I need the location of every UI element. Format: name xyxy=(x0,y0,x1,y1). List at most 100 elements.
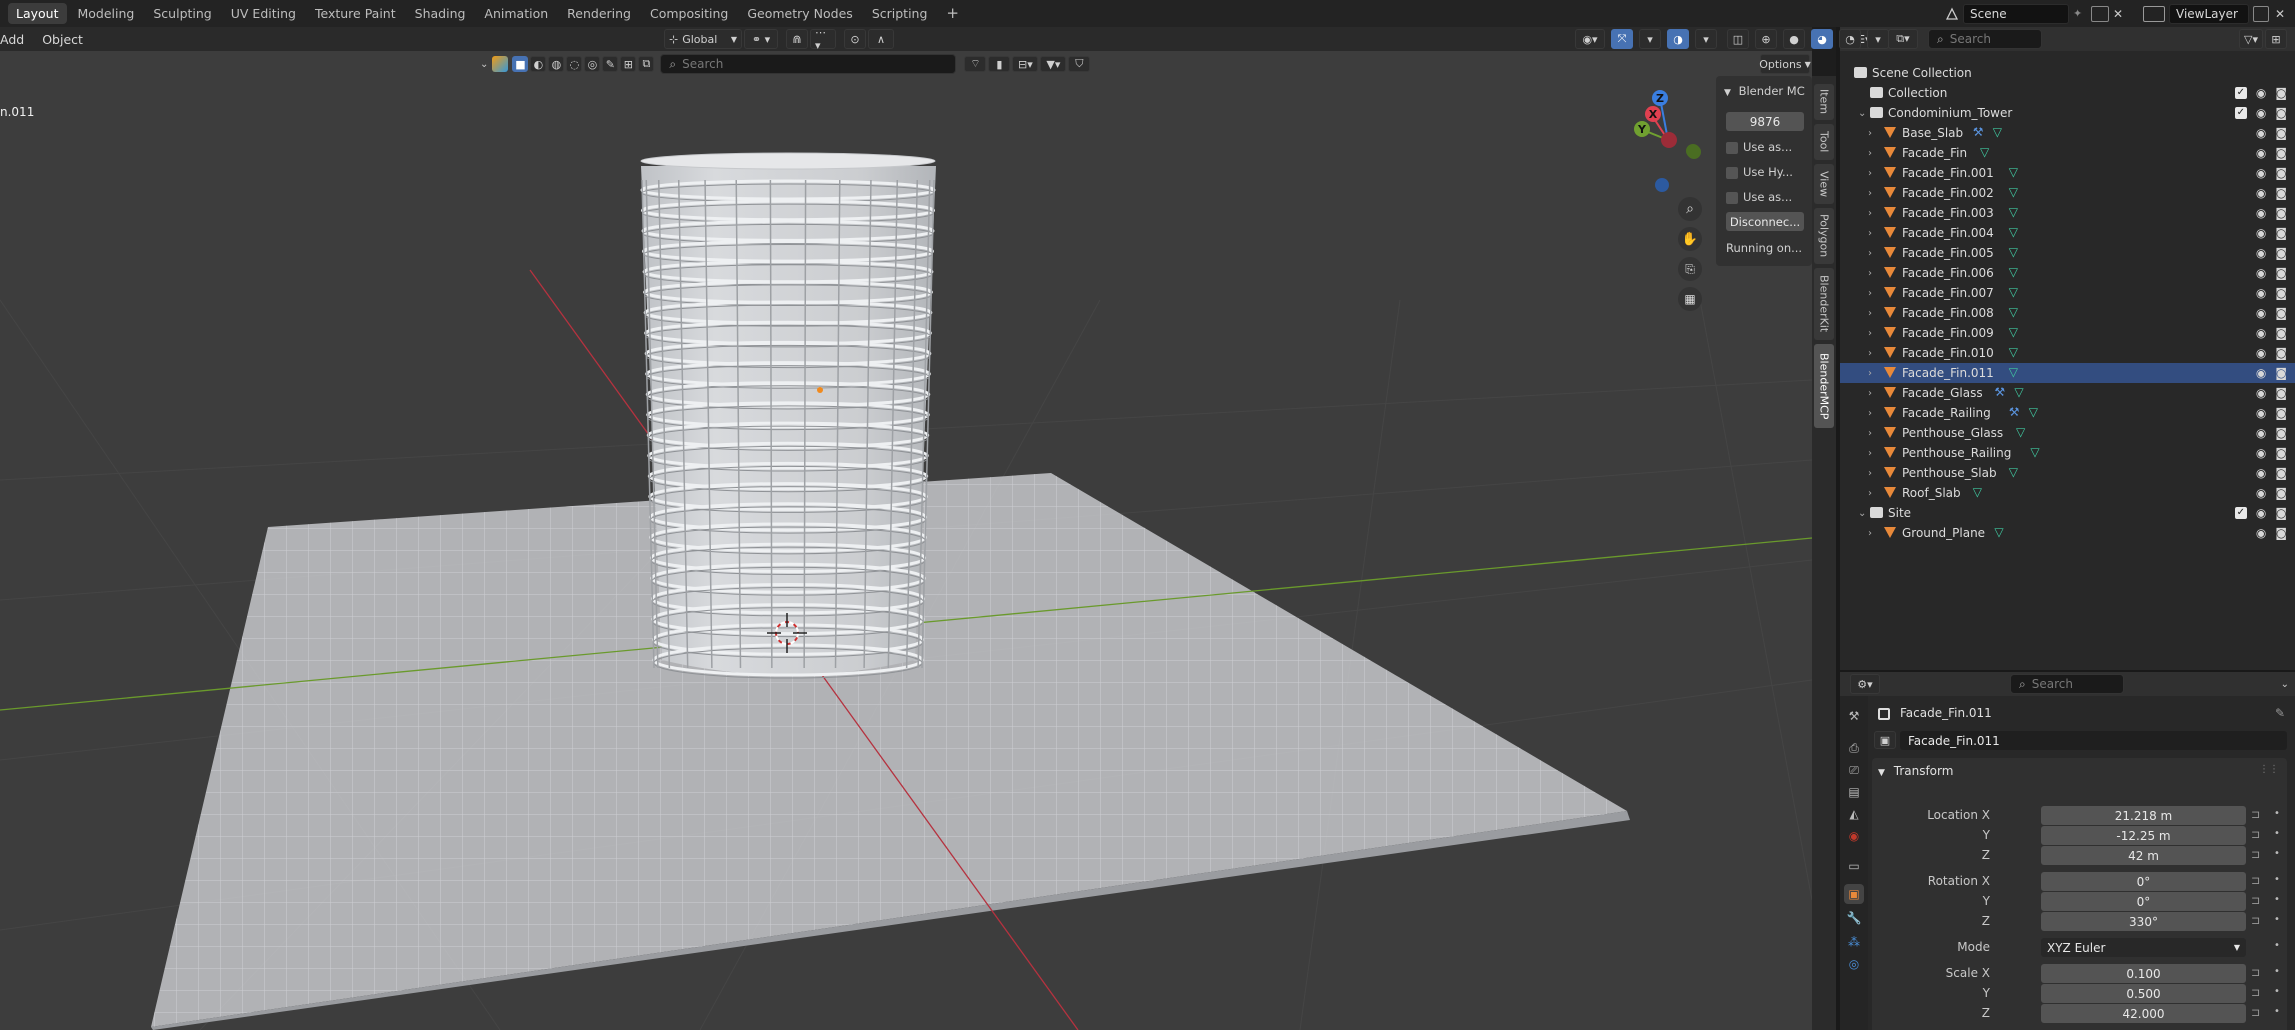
options-dropdown[interactable]: Options ▼ xyxy=(1759,54,1811,74)
lock-icon[interactable]: ⊐ xyxy=(2251,874,2260,887)
rotation-z-field[interactable]: 330° xyxy=(2041,912,2246,931)
chevron-down-icon[interactable]: ⌄ xyxy=(2281,679,2289,690)
filter-icon[interactable]: ▽▾ xyxy=(2239,29,2263,49)
eye-icon[interactable]: ◉ xyxy=(2256,486,2266,500)
blenderkit-logo-icon[interactable] xyxy=(492,56,509,72)
object-menu[interactable]: Object xyxy=(33,32,92,47)
proportional-falloff-dropdown[interactable]: ∧ xyxy=(868,29,894,49)
proportional-edit-icon[interactable]: ⊙ xyxy=(844,29,866,49)
drag-handle-icon[interactable]: ⋮⋮ xyxy=(2259,764,2279,775)
collection-tab-icon[interactable]: ▭ xyxy=(1844,856,1864,876)
outliner-scene-row[interactable]: Scene Collection xyxy=(1840,63,2295,83)
workspace-tab-texture-paint[interactable]: Texture Paint xyxy=(307,3,404,24)
transform-panel-header[interactable]: ▼ Transform xyxy=(1878,764,1953,778)
asset-type-material-icon[interactable]: ◐ xyxy=(530,56,547,72)
mesh-data-icon[interactable]: ▽ xyxy=(1973,485,1982,499)
chevron-right-icon[interactable]: › xyxy=(1868,268,1872,279)
checkbox-box[interactable] xyxy=(1726,166,1738,179)
asset-type-scene-icon[interactable]: ◎ xyxy=(584,56,601,72)
chevron-right-icon[interactable]: › xyxy=(1868,188,1872,199)
outliner-object-row[interactable]: › Penthouse_Glass ▽ ◉ ◙ xyxy=(1840,423,2295,443)
delete-view-layer-icon[interactable]: ✕ xyxy=(2275,7,2291,21)
camera-render-icon[interactable]: ◙ xyxy=(2275,146,2287,160)
lock-icon[interactable]: ⊐ xyxy=(2251,848,2260,861)
editor-type-icon[interactable]: ⚙▾ xyxy=(1850,674,1880,694)
checkbox-box[interactable] xyxy=(1726,191,1738,204)
scale-x-field[interactable]: 0.100 xyxy=(2041,964,2246,983)
camera-render-icon[interactable]: ◙ xyxy=(2275,346,2287,360)
shading-dropdown[interactable]: ▾ xyxy=(1867,29,1889,49)
view-layer-tab-icon[interactable]: ▤ xyxy=(1844,782,1864,802)
camera-render-icon[interactable]: ◙ xyxy=(2275,126,2287,140)
mesh-data-icon[interactable]: ▽ xyxy=(2009,325,2018,339)
outliner-object-row[interactable]: › Facade_Fin.003 ▽ ◉ ◙ xyxy=(1840,203,2295,223)
mesh-data-icon[interactable]: ▽ xyxy=(2030,445,2039,459)
camera-render-icon[interactable]: ◙ xyxy=(2275,406,2287,420)
chevron-right-icon[interactable]: › xyxy=(1868,248,1872,259)
eye-icon[interactable]: ◉ xyxy=(2256,386,2266,400)
chevron-right-icon[interactable]: › xyxy=(1868,328,1872,339)
location-x-field[interactable]: 21.218 m xyxy=(2041,806,2246,825)
exclude-checkbox-icon[interactable]: ✓ xyxy=(2234,507,2247,519)
mesh-data-icon[interactable]: ▽ xyxy=(2009,205,2018,219)
keyframe-dot-icon[interactable]: • xyxy=(2274,986,2280,997)
mesh-data-icon[interactable]: ▽ xyxy=(2009,305,2018,319)
mesh-data-icon[interactable]: ▽ xyxy=(2009,245,2018,259)
camera-render-icon[interactable]: ◙ xyxy=(2275,226,2287,240)
mesh-data-icon[interactable]: ▽ xyxy=(2009,265,2018,279)
location-y-field[interactable]: -12.25 m xyxy=(2041,826,2246,845)
mesh-data-icon[interactable]: ▽ xyxy=(2029,405,2038,419)
keyframe-dot-icon[interactable]: • xyxy=(2274,914,2280,925)
eye-icon[interactable]: ◉ xyxy=(2256,326,2266,340)
location-z-field[interactable]: 42 m xyxy=(2041,846,2246,865)
checkbox-use-assets-2[interactable]: Use as... xyxy=(1726,190,1792,204)
camera-render-icon[interactable]: ◙ xyxy=(2275,266,2287,280)
tab-blenderkit[interactable]: BlenderKit xyxy=(1814,268,1834,340)
new-view-layer-icon[interactable] xyxy=(2253,5,2269,22)
mesh-data-icon[interactable]: ▽ xyxy=(1993,125,2002,139)
snap-toggle-icon[interactable]: ⋒ xyxy=(786,29,808,49)
eye-icon[interactable]: ◉ xyxy=(2256,286,2266,300)
tab-polygon[interactable]: Polygon xyxy=(1814,208,1834,264)
workspace-tab-compositing[interactable]: Compositing xyxy=(642,3,736,24)
camera-view-icon[interactable]: ⎘ xyxy=(1678,257,1702,281)
tab-tool[interactable]: Tool xyxy=(1814,124,1834,160)
camera-render-icon[interactable]: ◙ xyxy=(2275,286,2287,300)
camera-render-icon[interactable]: ◙ xyxy=(2275,106,2287,120)
add-workspace-button[interactable]: + xyxy=(938,3,967,24)
chevron-right-icon[interactable]: › xyxy=(1868,308,1872,319)
mesh-data-icon[interactable]: ▽ xyxy=(2009,285,2018,299)
asset-search-field[interactable]: ⌕ Search xyxy=(660,54,957,74)
camera-render-icon[interactable]: ◙ xyxy=(2275,526,2287,540)
eye-icon[interactable]: ◉ xyxy=(2256,246,2266,260)
outliner-object-row[interactable]: › Facade_Fin.007 ▽ ◉ ◙ xyxy=(1840,283,2295,303)
workspace-tab-sculpting[interactable]: Sculpting xyxy=(145,3,219,24)
overlays-toggle-icon[interactable]: ◑ xyxy=(1667,29,1689,49)
object-name-field[interactable]: Facade_Fin.011 xyxy=(1900,731,2287,750)
outliner-collection-row[interactable]: ⌄ Condominium_Tower ✓ ◉ ◙ xyxy=(1840,103,2295,123)
outliner-object-row[interactable]: › Facade_Fin.011 ▽ ◉ ◙ xyxy=(1840,363,2295,383)
lock-icon[interactable]: ⊐ xyxy=(2251,828,2260,841)
zoom-icon[interactable]: ⌕ xyxy=(1678,197,1702,221)
mesh-data-icon[interactable]: ▽ xyxy=(2009,365,2018,379)
bookmark-icon[interactable]: ▮ xyxy=(988,56,1011,72)
solid-shading-icon[interactable]: ● xyxy=(1783,29,1805,49)
visibility-icon[interactable]: ◉▾ xyxy=(1575,29,1605,49)
workspace-tab-shading[interactable]: Shading xyxy=(407,3,474,24)
transform-orientation-dropdown[interactable]: ⊹ Global ▼ xyxy=(664,29,742,49)
eye-icon[interactable]: ◉ xyxy=(2256,266,2266,280)
outliner-object-row[interactable]: › Facade_Railing ⚒ ▽ ◉ ◙ xyxy=(1840,403,2295,423)
outliner-search[interactable]: ⌕ Search xyxy=(1928,29,2042,49)
asset-search-options-icon[interactable]: ⌔ xyxy=(964,56,987,72)
object-tab-icon[interactable]: ▣ xyxy=(1844,884,1864,904)
lock-icon[interactable]: ⊐ xyxy=(2251,986,2260,999)
workspace-tab-layout[interactable]: Layout xyxy=(8,3,67,24)
keyframe-dot-icon[interactable]: • xyxy=(2274,1006,2280,1017)
chevron-right-icon[interactable]: › xyxy=(1868,448,1872,459)
exclude-checkbox-icon[interactable]: ✓ xyxy=(2234,87,2247,99)
keyframe-dot-icon[interactable]: • xyxy=(2274,808,2280,819)
shield-icon[interactable]: ⛉ xyxy=(1068,56,1091,72)
asset-type-nodegroup-icon[interactable]: ⊞ xyxy=(620,56,637,72)
rendered-shading-icon[interactable]: ◔ xyxy=(1839,29,1861,49)
camera-render-icon[interactable]: ◙ xyxy=(2275,246,2287,260)
